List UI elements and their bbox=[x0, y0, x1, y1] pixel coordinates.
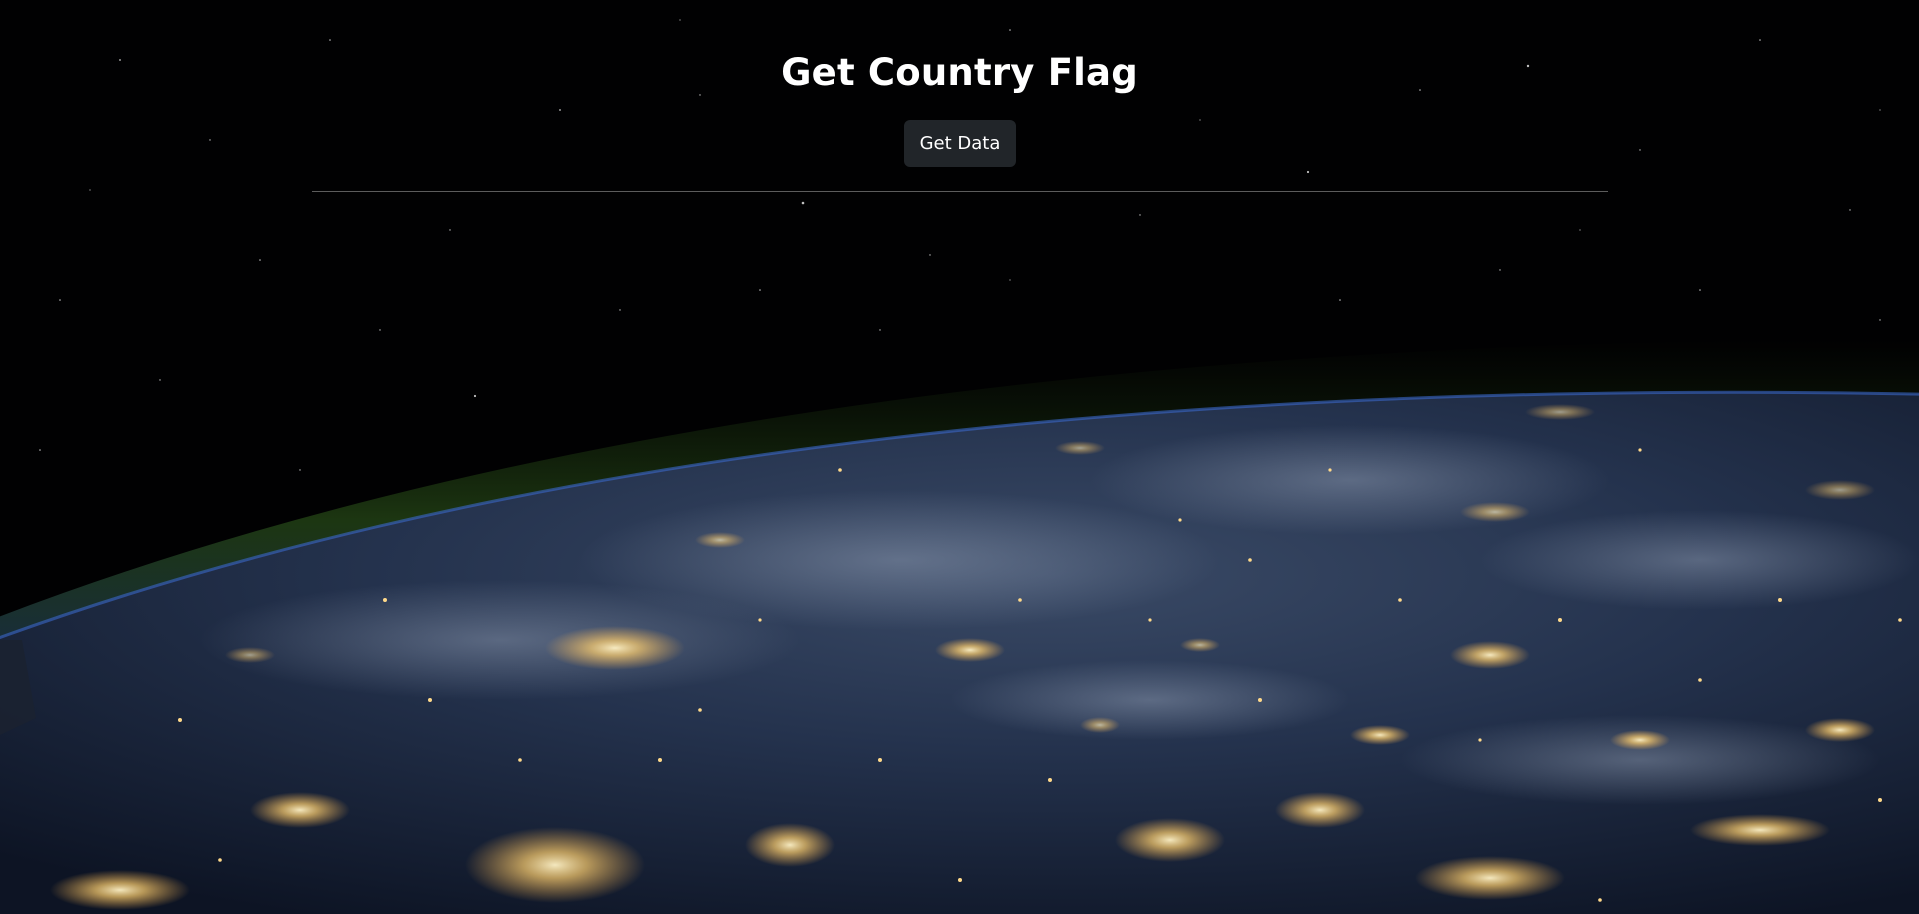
divider bbox=[312, 191, 1608, 192]
page-title: Get Country Flag bbox=[781, 51, 1138, 94]
get-data-button[interactable]: Get Data bbox=[904, 120, 1016, 167]
page: Get Country Flag Get Data bbox=[0, 0, 1919, 914]
